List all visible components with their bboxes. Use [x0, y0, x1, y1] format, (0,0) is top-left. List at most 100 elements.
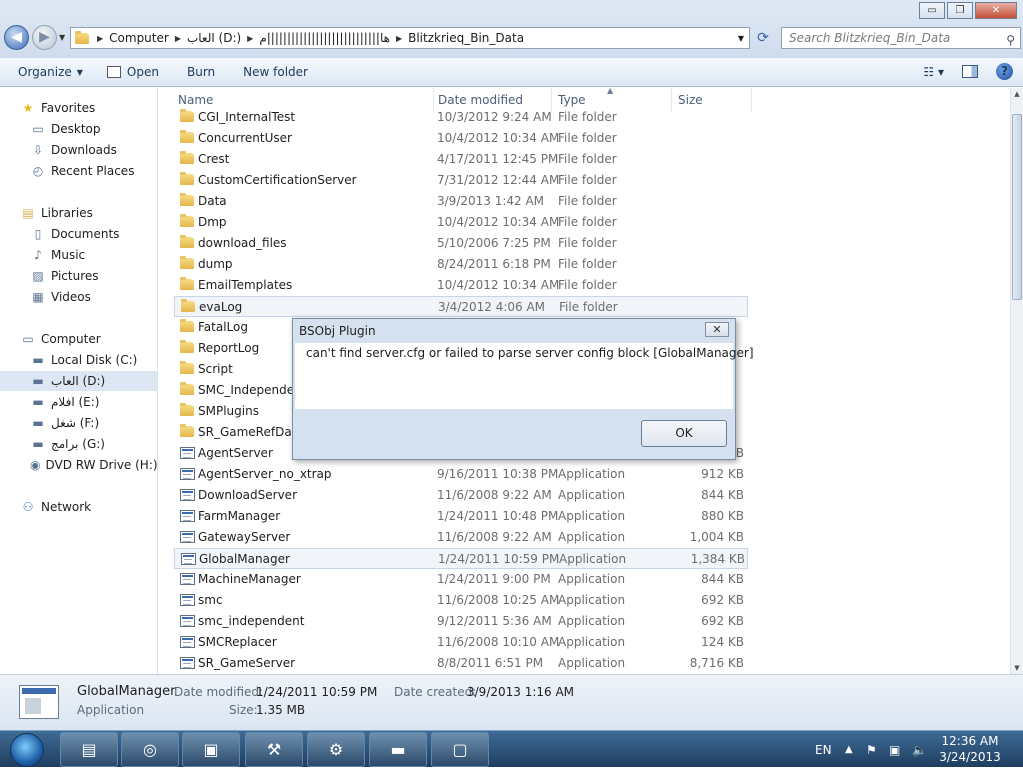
start-button[interactable]: [2, 731, 52, 768]
nav-item-label: Computer: [41, 332, 101, 346]
nav-item-downloads[interactable]: ⇩ Downloads: [0, 140, 157, 160]
nav-item-videos[interactable]: ▦ Videos: [0, 287, 157, 307]
breadcrumb-chevron-icon[interactable]: ▶: [247, 34, 253, 43]
vertical-scrollbar[interactable]: ▲ ▼: [1010, 88, 1023, 674]
scroll-down-icon[interactable]: ▼: [1011, 662, 1023, 674]
refresh-icon[interactable]: ⟳: [752, 27, 774, 49]
open-button[interactable]: Open: [106, 65, 159, 79]
breadcrumb-current-folder[interactable]: Blitzkrieq_Bin_Data: [408, 31, 524, 45]
help-icon[interactable]: ?: [996, 63, 1013, 80]
breadcrumb-computer[interactable]: Computer: [109, 31, 169, 45]
folder-row[interactable]: ConcurrentUser 10/4/2012 10:34 AM File fol…: [174, 128, 748, 149]
volume-icon[interactable]: 🔈: [912, 731, 927, 768]
dialog-close-icon[interactable]: ✕: [705, 322, 729, 337]
search-input[interactable]: Search Blitzkrieq_Bin_Data ⚲: [781, 27, 1021, 49]
cell-date: 3/9/2013 1:42 AM: [437, 194, 545, 208]
show-hidden-icons[interactable]: ▲: [845, 731, 853, 768]
file-row[interactable]: SR_GameServer 8/8/2011 6:51 PM Application…: [174, 653, 748, 674]
title-bar: ▭ ❐ ✕ ◀ ▶ ▼ ▶ Computer ▶ العاب (D:) ▶ ها…: [0, 0, 1023, 58]
network-status-icon[interactable]: ▣: [889, 731, 900, 768]
cell-date: 11/6/2008 10:10 AM: [437, 635, 560, 649]
nav-item-e[interactable]: ▬ افلام (E:): [0, 392, 157, 412]
chrome-icon[interactable]: ◎: [121, 732, 179, 767]
drive-icon: ▬: [32, 395, 44, 409]
folder-row[interactable]: evaLog 3/4/2012 4:06 AM File folder: [174, 296, 748, 317]
nav-item-desktop[interactable]: ▭ Desktop: [0, 119, 157, 139]
file-row[interactable]: MachineManager 1/24/2011 9:00 PM Applicati…: [174, 569, 748, 590]
nav-item-network[interactable]: ⚇ Network: [0, 497, 157, 517]
cell-size: 880 KB: [701, 509, 744, 523]
nav-item-documents[interactable]: ▯ Documents: [0, 224, 157, 244]
scroll-up-icon[interactable]: ▲: [1011, 88, 1023, 100]
address-bar[interactable]: ▶ Computer ▶ العاب (D:) ▶ ها||||||||||||…: [70, 27, 750, 49]
folder-row[interactable]: Dmp 10/4/2012 10:34 AM File folder: [174, 212, 748, 233]
action-center-icon[interactable]: ⚑: [866, 731, 877, 768]
ok-button[interactable]: OK: [641, 420, 727, 447]
breadcrumb-chevron-icon[interactable]: ▶: [175, 34, 181, 43]
explorer-icon[interactable]: ▤: [60, 732, 118, 767]
forward-button[interactable]: ▶: [32, 25, 57, 50]
folder-row[interactable]: CGI_InternalTest 10/3/2012 9:24 AM File fo…: [174, 107, 748, 128]
new-folder-button[interactable]: New folder: [243, 65, 308, 79]
cell-name: smc: [198, 593, 223, 607]
tools-icon[interactable]: ⚒: [245, 732, 303, 767]
installer-icon[interactable]: ▣: [182, 732, 240, 767]
file-row[interactable]: GlobalManager 1/24/2011 10:59 PM Applicati…: [174, 548, 748, 569]
folder-row[interactable]: EmailTemplates 10/4/2012 10:34 AM File fol…: [174, 275, 748, 296]
minimize-button[interactable]: ▭: [919, 2, 945, 19]
app-icon[interactable]: ⚙: [307, 732, 365, 767]
downloads-icon: ⇩: [32, 143, 44, 157]
cmd-icon[interactable]: ▬: [369, 732, 427, 767]
maximize-button[interactable]: ❐: [947, 2, 973, 19]
folder-row[interactable]: download_files 5/10/2006 7:25 PM File fold…: [174, 233, 748, 254]
nav-item-music[interactable]: ♪ Music: [0, 245, 157, 265]
nav-item-pictures[interactable]: ▨ Pictures: [0, 266, 157, 286]
application-icon: [180, 573, 195, 585]
folder-row[interactable]: CustomCertificationServer 7/31/2012 12:44…: [174, 170, 748, 191]
change-view-icon[interactable]: ☷ ▾: [923, 65, 944, 79]
nav-item-computer[interactable]: ▭ Computer: [0, 329, 157, 349]
file-row[interactable]: smc_independent 9/12/2011 5:36 AM Applicat…: [174, 611, 748, 632]
close-button[interactable]: ✕: [975, 2, 1017, 19]
cell-date: 7/31/2012 12:44 AM: [437, 173, 560, 187]
file-row[interactable]: FarmManager 1/24/2011 10:48 PM Application…: [174, 506, 748, 527]
breadcrumb-chevron-icon[interactable]: ▶: [97, 34, 103, 43]
breadcrumb-drive-d[interactable]: العاب (D:): [187, 31, 241, 45]
folder-row[interactable]: Data 3/9/2013 1:42 AM File folder: [174, 191, 748, 212]
cell-size: 844 KB: [701, 572, 744, 586]
application-icon: [180, 489, 195, 501]
folder-icon: [180, 340, 194, 353]
file-row[interactable]: GatewayServer 11/6/2008 9:22 AM Applicatio…: [174, 527, 748, 548]
cell-name: SMCReplacer: [198, 635, 277, 649]
nav-item-d[interactable]: ▬ العاب (D:): [0, 371, 157, 391]
file-row[interactable]: SMCReplacer 11/6/2008 10:10 AM Application…: [174, 632, 748, 653]
file-row[interactable]: AgentServer_no_xtrap 9/16/2011 10:38 PM Ap…: [174, 464, 748, 485]
address-dropdown-icon[interactable]: ▼: [738, 34, 744, 43]
nav-item-favorites[interactable]: ★ Favorites: [0, 98, 157, 118]
nav-item-libraries[interactable]: ▤ Libraries: [0, 203, 157, 223]
folder-row[interactable]: Crest 4/17/2011 12:45 PM File folder: [174, 149, 748, 170]
bsobj-icon[interactable]: ▢: [431, 732, 489, 767]
breadcrumb-folder[interactable]: ها||||||||||||||||||||||||||||م: [259, 31, 390, 45]
nav-item-dvd-rw-drive-h-v[interactable]: ◉ DVD RW Drive (H:) V: [0, 455, 157, 475]
nav-item-f[interactable]: ▬ شغل (F:): [0, 413, 157, 433]
recent-pages-icon[interactable]: ▼: [59, 33, 65, 42]
organize-button[interactable]: Organize ▼: [18, 65, 83, 79]
nav-item-local-disk-c[interactable]: ▬ Local Disk (C:): [0, 350, 157, 370]
cell-date: 1/24/2011 10:59 PM: [438, 552, 560, 566]
preview-pane-icon[interactable]: [962, 65, 978, 78]
search-icon[interactable]: ⚲: [1006, 30, 1015, 50]
scrollbar-thumb[interactable]: [1012, 114, 1022, 300]
back-button[interactable]: ◀: [4, 25, 29, 50]
system-clock[interactable]: 12:36 AM 3/24/2013: [930, 733, 1010, 765]
burn-button[interactable]: Burn: [187, 65, 215, 79]
cell-type: File folder: [558, 257, 617, 271]
language-indicator[interactable]: EN: [815, 731, 832, 768]
file-row[interactable]: DownloadServer 11/6/2008 9:22 AM Applicati…: [174, 485, 748, 506]
nav-item-g[interactable]: ▬ برامج (G:): [0, 434, 157, 454]
file-row[interactable]: smc 11/6/2008 10:25 AM Application 692 KB: [174, 590, 748, 611]
nav-item-label: Favorites: [41, 101, 96, 115]
nav-item-recent-places[interactable]: ◴ Recent Places: [0, 161, 157, 181]
folder-row[interactable]: dump 8/24/2011 6:18 PM File folder: [174, 254, 748, 275]
breadcrumb-chevron-icon[interactable]: ▶: [396, 34, 402, 43]
